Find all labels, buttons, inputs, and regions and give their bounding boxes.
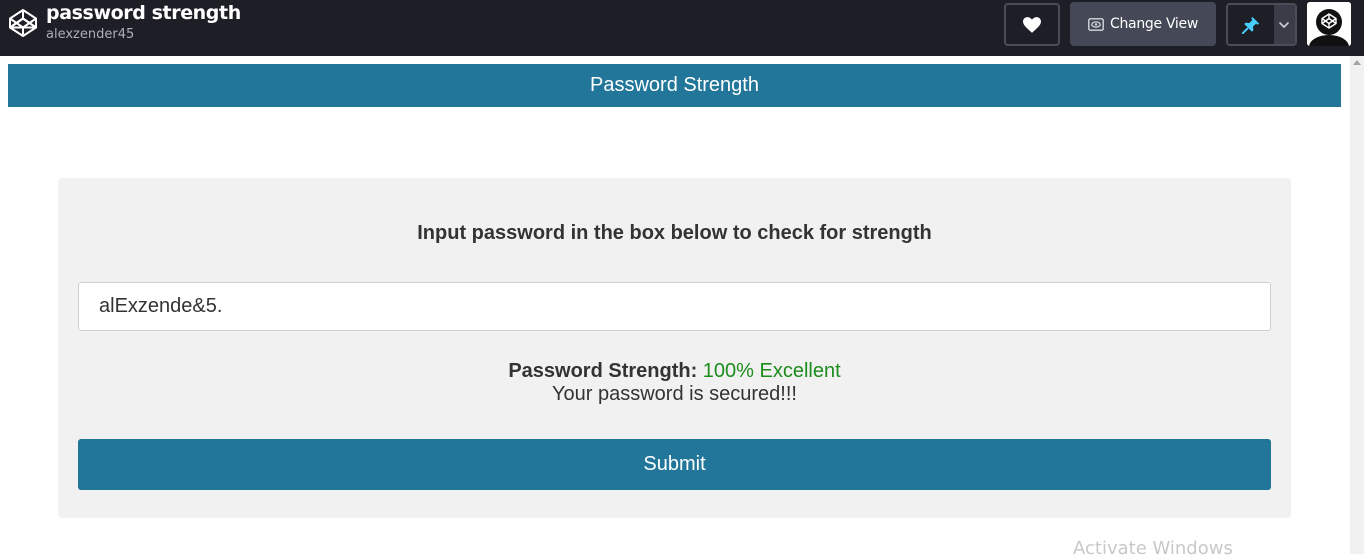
instruction-text: Input password in the box below to check… (417, 222, 932, 244)
codepen-logo-icon[interactable] (6, 6, 40, 40)
strength-value: 100% Excellent (702, 360, 841, 382)
change-view-label: Change View (1110, 16, 1198, 32)
pin-icon (1241, 16, 1259, 34)
app-header-title: Password Strength (590, 74, 759, 96)
change-view-button[interactable]: Change View (1070, 2, 1216, 46)
activate-windows-watermark: Activate Windows (1073, 538, 1233, 559)
vertical-scrollbar[interactable] (1350, 56, 1364, 554)
strength-label: Password Strength: (508, 360, 698, 382)
like-button[interactable] (1004, 3, 1060, 46)
chevron-down-icon (1279, 21, 1290, 28)
codepen-topbar: password strength alexzender45 Change Vi… (0, 0, 1364, 56)
password-input[interactable] (78, 282, 1271, 331)
pen-title[interactable]: password strength (46, 2, 241, 24)
user-avatar[interactable] (1307, 2, 1351, 46)
pin-dropdown-button[interactable] (1273, 5, 1295, 44)
pin-button[interactable] (1228, 5, 1274, 44)
pen-preview: Password Strength Input password in the … (0, 56, 1364, 559)
pen-author-link[interactable]: alexzender45 (46, 27, 134, 42)
heart-icon (1023, 16, 1041, 33)
strength-result: Password Strength: 100% Excellent (58, 360, 1291, 383)
secured-message: Your password is secured!!! (552, 383, 797, 405)
avatar-image (1307, 2, 1351, 46)
app-header: Password Strength (8, 64, 1341, 107)
password-card: Input password in the box below to check… (58, 178, 1291, 518)
pin-button-group (1226, 3, 1297, 46)
scroll-up-arrow-icon[interactable] (1353, 60, 1361, 65)
eye-icon (1088, 17, 1104, 31)
submit-label: Submit (643, 453, 706, 475)
submit-button[interactable]: Submit (78, 439, 1271, 490)
